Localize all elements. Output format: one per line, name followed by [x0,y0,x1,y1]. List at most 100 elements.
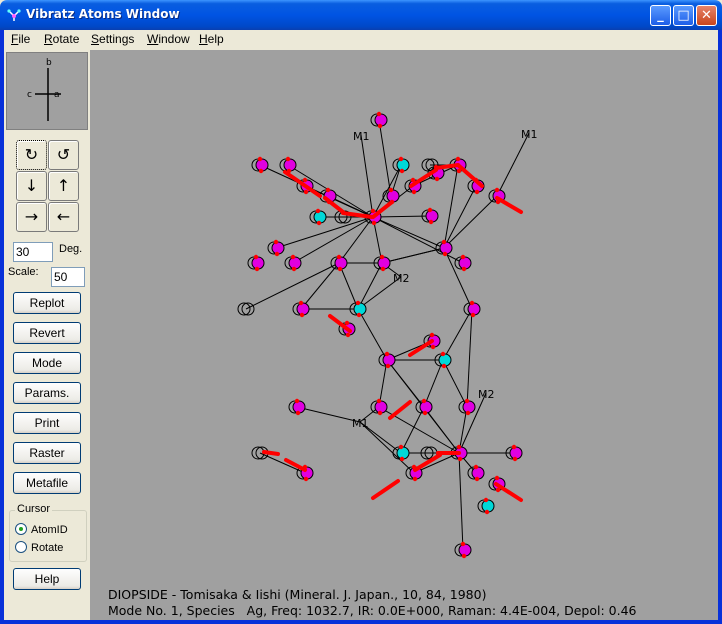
displacement-dot [398,156,404,162]
displacement-vector [494,482,523,502]
displacement-vector [388,400,412,420]
rotate-clockwise-button[interactable]: ↻ [16,140,47,170]
cursor-legend: Cursor [15,503,53,515]
displacement-dot [428,219,434,225]
displacement-vector [371,479,400,500]
displacement-dot [274,251,280,257]
menu-settings[interactable]: Settings [91,32,134,46]
bond-line [442,308,473,361]
atom[interactable]: M1 [353,130,370,143]
displacement-dot [325,187,331,193]
bond-line [372,215,431,218]
degrees-label: Deg. [59,243,83,255]
displacement-dot [430,344,436,350]
displacement-dot [385,363,391,369]
control-panel: b c a ↻ ↺ ↓ ↑ → ← 30 Deg. Scale: 50 Repl… [4,50,88,620]
window-frame-right [718,30,722,624]
atom-label: M1 [521,128,538,141]
displacement-dot [440,351,446,357]
menu-file[interactable]: File [11,32,30,46]
scale-input[interactable]: 50 [51,267,85,287]
displacement-dot [286,168,292,174]
displacement-dot [456,168,462,174]
maximize-button[interactable]: □ [673,5,694,26]
raster-button[interactable]: Raster [13,442,81,464]
displacement-dot [302,464,308,470]
displacement-dot [377,410,383,416]
displacement-dot [295,410,301,416]
rotate-down-button[interactable]: ↓ [16,171,47,201]
rotate-counterclockwise-button[interactable]: ↺ [48,140,79,170]
displacement-dot [469,300,475,306]
displacement-dot [303,476,309,482]
displacement-dot [398,444,404,450]
mode-button[interactable]: Mode [13,352,81,374]
print-button[interactable]: Print [13,412,81,434]
bond-line [338,216,374,264]
atom[interactable]: M1 [352,417,369,430]
params-button[interactable]: Params. [13,382,81,404]
displacement-dot [356,312,362,318]
metafile-button[interactable]: Metafile [13,472,81,494]
atom[interactable]: M2 [478,388,495,401]
rotate-left-button[interactable]: ← [48,202,79,232]
radio-rotate[interactable] [15,541,27,554]
displacement-dot [411,464,417,470]
rotate-up-button[interactable]: ↑ [48,171,79,201]
displacement-dot [291,266,297,272]
displacement-dot [257,156,263,162]
atom[interactable]: M1 [521,128,538,141]
displacement-dot [457,456,463,462]
displacement-dot [495,199,501,205]
degrees-input[interactable]: 30 [13,242,53,262]
displacement-dot [441,239,447,245]
cursor-option-atomid[interactable]: AtomID [15,523,68,537]
menu-window[interactable]: Window [147,32,190,46]
displacement-vector [371,200,394,219]
crystal-structure-view[interactable]: M1 M1 M2 M2 M1 [90,50,718,580]
rotate-right-button[interactable]: → [16,202,47,232]
bond-line [466,308,473,408]
displacement-dot [422,410,428,416]
close-button[interactable]: ✕ [696,5,717,26]
displacement-dot [494,475,500,481]
window-title: Vibratz Atoms Window [26,7,180,21]
bond-line [300,262,340,310]
replot-button[interactable]: Replot [13,292,81,314]
axis-b-label: b [46,58,52,68]
help-button[interactable]: Help [13,568,81,590]
title-bar[interactable]: Vibratz Atoms Window _ □ ✕ [0,0,722,30]
menu-rotate[interactable]: Rotate [44,32,79,46]
displacement-dot [455,156,461,162]
cursor-option-rotate[interactable]: Rotate [15,541,63,555]
revert-button[interactable]: Revert [13,322,81,344]
menu-help[interactable]: Help [199,32,224,46]
bond-line [296,406,361,423]
displacement-dot [411,189,417,195]
displacement-dot [273,239,279,245]
displacement-dot [474,189,480,195]
displacement-dot [380,266,386,272]
displacement-dot [460,541,466,547]
displacement-dot [299,312,305,318]
radio-atomid[interactable] [15,523,27,536]
displacement-dot [429,332,435,338]
displacement-dot [494,187,500,193]
minimize-button[interactable]: _ [650,5,671,26]
atomid-label: AtomID [31,524,68,536]
bond-line [442,359,468,408]
displacement-dot [465,410,471,416]
bond-line [372,216,464,264]
atom[interactable]: M2 [393,272,410,285]
bond-line [400,406,425,454]
displacement-dot [484,509,490,515]
atom-label: M1 [353,130,370,143]
displacement-dot [316,220,322,226]
displacement-dot [434,176,440,182]
structure-canvas[interactable]: M1 M1 M2 M2 M1 DIOPSIDE - Tomisaka & Iishi (… [90,50,718,620]
displacement-dot [344,320,350,326]
displacement-dot [336,254,342,260]
displacement-dot [427,207,433,213]
displacement-dot [399,456,405,462]
displacement-dot [302,177,308,183]
